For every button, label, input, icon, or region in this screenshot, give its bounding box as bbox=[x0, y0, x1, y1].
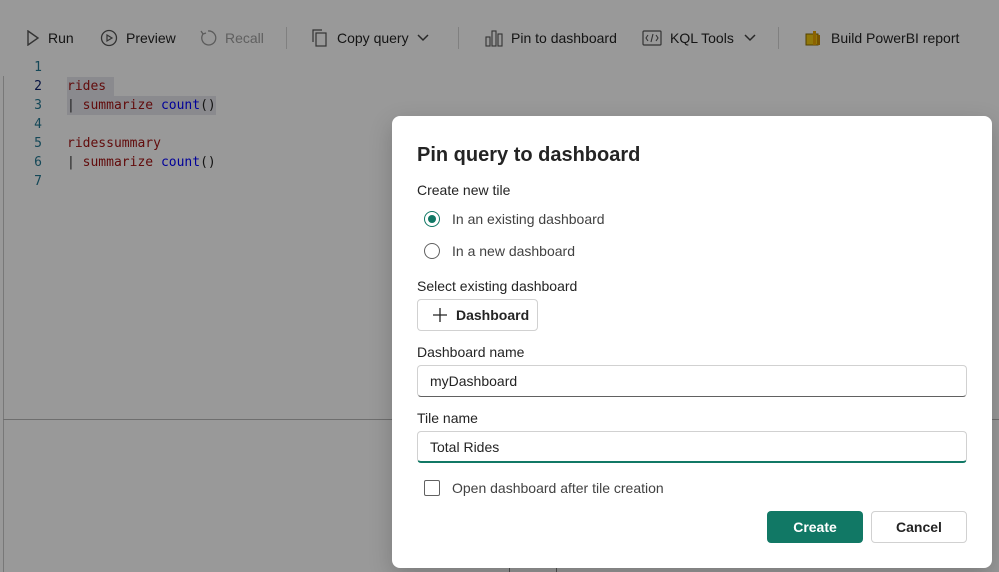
open-after-checkbox-row[interactable]: Open dashboard after tile creation bbox=[424, 478, 664, 498]
select-dashboard-button[interactable]: Dashboard bbox=[417, 299, 538, 331]
dashboard-name-field[interactable]: myDashboard bbox=[417, 365, 967, 397]
plus-icon bbox=[433, 308, 447, 322]
open-after-checkbox[interactable] bbox=[424, 480, 440, 496]
radio-button[interactable] bbox=[424, 243, 440, 259]
create-new-tile-label: Create new tile bbox=[417, 182, 511, 198]
select-existing-label: Select existing dashboard bbox=[417, 278, 578, 294]
radio-button[interactable] bbox=[424, 211, 440, 227]
radio-existing-dashboard[interactable]: In an existing dashboard bbox=[424, 209, 605, 229]
dialog-title: Pin query to dashboard bbox=[417, 144, 641, 166]
checkbox-label: Open dashboard after tile creation bbox=[452, 480, 664, 496]
radio-label: In an existing dashboard bbox=[452, 211, 605, 227]
dashboard-button-label: Dashboard bbox=[456, 307, 530, 323]
pin-query-dialog: Pin query to dashboard Create new tile I… bbox=[392, 116, 992, 568]
radio-label: In a new dashboard bbox=[452, 243, 575, 259]
create-button[interactable]: Create bbox=[767, 511, 863, 543]
dashboard-name-label: Dashboard name bbox=[417, 344, 525, 360]
cancel-button[interactable]: Cancel bbox=[871, 511, 967, 543]
tile-name-label: Tile name bbox=[417, 410, 478, 426]
tile-name-field[interactable]: Total Rides bbox=[417, 431, 967, 463]
radio-new-dashboard[interactable]: In a new dashboard bbox=[424, 241, 575, 261]
